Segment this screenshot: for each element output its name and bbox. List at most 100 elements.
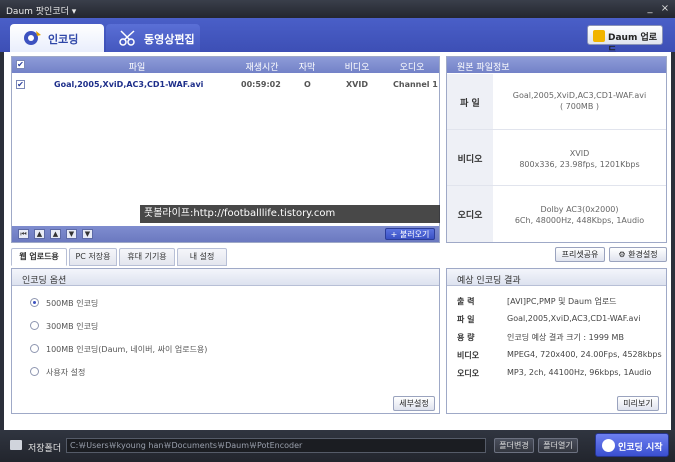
move-bottom-button[interactable]: ▼ [82,229,93,239]
title-bar: Daum 팟인코더 ▾ _ × [0,0,675,18]
result-audio-value: MP3, 2ch, 44100Hz, 96kbps, 1Audio [507,368,652,377]
scissors-icon [119,30,135,46]
row-video: XVID [346,80,368,89]
change-folder-button[interactable]: 폴더변경 [494,438,534,453]
original-info-header: 원본 파일정보 [447,57,666,73]
option-300mb-label: 300MB 인코딩 [46,322,99,331]
tab-web-upload[interactable]: 웹 업로드용 [11,248,67,266]
radio-100mb[interactable] [30,344,39,353]
col-file[interactable]: 파일 [32,60,242,73]
tab-encode[interactable]: 인코딩 [10,24,104,52]
option-100mb-label: 100MB 인코딩(Daum, 네이버, 싸이 업로드용) [46,345,208,354]
result-row-size: 용 량 인코딩 예상 결과 크기 : 1999 MB [457,331,662,345]
env-settings-button[interactable]: ⚙ 환경설정 [609,247,667,262]
row-checkbox[interactable]: ✔ [16,80,25,89]
encode-start-icon [602,439,615,452]
folder-icon [10,440,22,450]
tab-my-settings[interactable]: 내 설정 [177,248,227,266]
result-video-value: MPEG4, 720x400, 24.00Fps, 4528kbps [507,350,662,359]
encoding-options-header: 인코딩 옵션 [12,269,439,286]
file-list-footer: ⏮ ▲ ▲ ▼ ▼ + 불러오기 [12,226,439,242]
result-row-audio: 오디오 MP3, 2ch, 44100Hz, 96kbps, 1Audio [457,367,662,381]
info-row-file: 파 일 Goal,2005,XviD,AC3,CD1-WAF.avi ( 700… [447,74,666,130]
env-settings-label: 환경설정 [628,250,658,259]
detail-settings-button[interactable]: 세부설정 [393,396,435,411]
info-row-video: 비디오 XVID 800x336, 23.98fps, 1201Kbps [447,130,666,186]
original-info-panel: 원본 파일정보 파 일 Goal,2005,XviD,AC3,CD1-WAF.a… [446,56,667,243]
result-size-value: 인코딩 예상 결과 크기 : 1999 MB [507,333,624,342]
info-video-codec: XVID [569,149,590,158]
move-up-more-button[interactable]: ▲ [50,229,61,239]
radio-300mb[interactable] [30,321,39,330]
open-folder-button[interactable]: 폴더열기 [538,438,578,453]
expected-result-title: 예상 인코딩 결과 [457,276,521,286]
arrow-right-icon [593,30,605,42]
encoding-options-title: 인코딩 옵션 [22,276,67,286]
window-title[interactable]: Daum 팟인코더 ▾ [6,4,76,17]
daum-upload-button[interactable]: Daum 업로드 [587,25,663,56]
file-list-header: ✔ 파일 재생시간 자막 비디오 오디오 [12,57,439,73]
col-audio[interactable]: 오디오 [386,60,438,73]
row-duration: 00:59:02 [241,80,281,89]
tab-encode-label: 인코딩 [48,33,79,46]
info-audio-value: Dolby AC3(0x2000) 6Ch, 48000Hz, 448Kbps,… [493,204,666,226]
info-audio-detail: 6Ch, 48000Hz, 448Kbps, 1Audio [514,216,645,225]
result-row-file: 파 일 Goal,2005,XviD,AC3,CD1-WAF.avi [457,313,662,327]
encoding-options-panel: 인코딩 옵션 500MB 인코딩 300MB 인코딩 100MB 인코딩(Dau… [11,268,440,414]
row-file: Goal,2005,XviD,AC3,CD1-WAF.avi [54,80,204,89]
result-file-label: 파 일 [457,315,475,324]
main-toolbar: 인코딩 동영상편집 Daum 업로드 [0,18,675,56]
move-up-button[interactable]: ▲ [34,229,45,239]
tab-pc-save[interactable]: PC 저장용 [69,248,117,266]
info-file-size: ( 700MB ) [560,102,599,111]
result-row-video: 비디오 MPEG4, 720x400, 24.00Fps, 4528kbps [457,349,662,363]
start-encoding-label: 인코딩 시작 [618,443,663,453]
gear-icon: ⚙ [618,250,629,259]
close-icon[interactable]: × [659,3,671,15]
result-size-label: 용 량 [457,333,475,342]
main-panel: ✔ 파일 재생시간 자막 비디오 오디오 ✔ Goal,2005,XviD,AC… [4,52,671,430]
result-audio-label: 오디오 [457,369,480,378]
option-custom-label: 사용자 설정 [46,368,86,377]
info-row-audio: 오디오 Dolby AC3(0x2000) 6Ch, 48000Hz, 448K… [447,186,666,242]
encode-icon [24,31,41,45]
move-down-button[interactable]: ▼ [66,229,77,239]
info-video-detail: 800x336, 23.98fps, 1201Kbps [519,160,640,169]
col-video[interactable]: 비디오 [332,60,382,73]
preset-share-button[interactable]: 프리셋공유 [555,247,605,262]
preview-button[interactable]: 미리보기 [617,396,659,411]
radio-500mb[interactable] [30,298,39,307]
tab-edit-label: 동영상편집 [144,33,195,46]
expected-result-header: 예상 인코딩 결과 [447,269,666,286]
info-file-label: 파 일 [460,99,480,109]
col-duration[interactable]: 재생시간 [234,60,290,73]
info-file-value: Goal,2005,XviD,AC3,CD1-WAF.avi ( 700MB ) [493,90,666,112]
expected-result-panel: 예상 인코딩 결과 출 력 [AVI]PC,PMP 및 Daum 업로드 파 일… [446,268,667,414]
start-encoding-button[interactable]: 인코딩 시작 [595,433,669,457]
bottom-bar: 저장폴더 C:￦Users￦kyoung han￦Documents￦Daum￦… [0,430,675,462]
move-top-button[interactable]: ⏮ [18,229,29,239]
col-subtitle[interactable]: 자막 [292,60,322,73]
tab-mobile[interactable]: 휴대 기기용 [119,248,175,266]
table-row[interactable]: ✔ Goal,2005,XviD,AC3,CD1-WAF.avi 00:59:0… [12,77,439,93]
save-path-field[interactable]: C:￦Users￦kyoung han￦Documents￦Daum￦PotEn… [66,438,486,453]
radio-custom[interactable] [30,367,39,376]
option-500mb-label: 500MB 인코딩 [46,299,99,308]
select-all-checkbox[interactable]: ✔ [16,60,25,69]
add-file-button[interactable]: + 불러오기 [385,228,435,240]
row-subtitle: O [304,80,311,89]
minimize-icon[interactable]: _ [644,3,656,15]
save-folder-label: 저장폴더 [28,444,62,454]
watermark-caption: 풋볼라이프:http://footballlife.tistory.com [140,205,440,223]
result-video-label: 비디오 [457,351,480,360]
row-audio: Channel 1 [393,80,438,89]
info-file-name: Goal,2005,XviD,AC3,CD1-WAF.avi [512,91,647,100]
info-audio-codec: Dolby AC3(0x2000) [540,205,619,214]
original-info-title: 원본 파일정보 [457,63,510,73]
info-video-value: XVID 800x336, 23.98fps, 1201Kbps [493,148,666,170]
info-label-box: 비디오 [447,130,493,185]
result-output-value: [AVI]PC,PMP 및 Daum 업로드 [507,297,617,306]
info-label-box: 오디오 [447,186,493,242]
result-row-output: 출 력 [AVI]PC,PMP 및 Daum 업로드 [457,295,662,309]
tab-edit[interactable]: 동영상편집 [106,24,200,52]
